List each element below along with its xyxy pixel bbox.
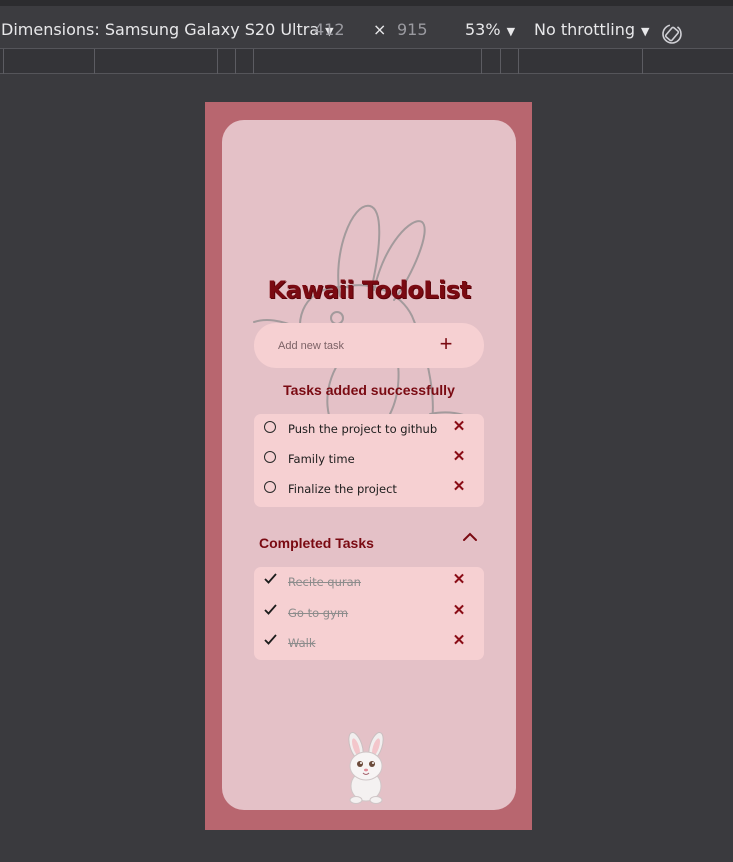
device-viewport: Kawaii TodoList + Tasks added successful…	[205, 102, 532, 830]
check-icon[interactable]	[264, 572, 278, 586]
check-icon[interactable]	[264, 603, 278, 617]
ruler-tick	[253, 49, 254, 74]
add-task-button[interactable]: +	[434, 333, 458, 357]
bunny-illustration	[348, 732, 384, 804]
status-message: Tasks added successfully	[283, 382, 455, 398]
task-text: Walk	[288, 636, 316, 650]
throttling-label: No throttling	[534, 20, 636, 39]
rotate-icon[interactable]	[660, 22, 684, 46]
ruler-tick	[518, 49, 519, 74]
ruler-tick	[235, 49, 236, 74]
caret-down-icon: ▼	[641, 25, 650, 38]
close-icon[interactable]: ✕	[451, 478, 467, 496]
task-row: Push the project to github ✕	[254, 414, 484, 444]
close-icon[interactable]: ✕	[451, 418, 467, 436]
zoom-select[interactable]: 53% ▼	[465, 20, 515, 42]
task-row: Family time ✕	[254, 444, 484, 474]
completed-task-row: Recite quran ✕	[254, 567, 484, 597]
add-task-bar: +	[254, 323, 484, 368]
ruler-tick	[500, 49, 501, 74]
ruler-tick	[94, 49, 95, 74]
circle-icon[interactable]	[264, 451, 276, 463]
device-label: Dimensions: Samsung Galaxy S20 Ultra	[1, 20, 320, 39]
zoom-label: 53%	[465, 20, 501, 39]
completed-tasks-heading: Completed Tasks	[259, 535, 374, 551]
chevron-up-icon[interactable]	[462, 531, 478, 543]
task-text: Go to gym	[288, 606, 349, 620]
width-input[interactable]: 412	[314, 20, 345, 40]
devtools-device-toolbar: Dimensions: Samsung Galaxy S20 Ultra ▼ 41…	[0, 6, 733, 48]
device-select[interactable]: Dimensions: Samsung Galaxy S20 Ultra ▼	[1, 20, 334, 42]
task-text: Push the project to github	[288, 422, 438, 436]
completed-task-row: Go to gym ✕	[254, 598, 484, 628]
close-icon[interactable]: ✕	[451, 632, 467, 650]
ruler-tick	[3, 49, 4, 74]
caret-down-icon: ▼	[506, 25, 516, 38]
ruler-tick	[642, 49, 643, 74]
throttling-select[interactable]: No throttling ▼	[534, 20, 649, 42]
app-title: Kawaii TodoList	[267, 276, 471, 304]
check-icon[interactable]	[264, 633, 278, 647]
circle-icon[interactable]	[264, 481, 276, 493]
height-input[interactable]: 915	[397, 20, 428, 40]
close-icon[interactable]: ✕	[451, 602, 467, 620]
todo-card: Kawaii TodoList + Tasks added successful…	[222, 120, 516, 810]
ruler-tick	[217, 49, 218, 74]
task-row: Finalize the project ✕	[254, 474, 484, 504]
task-text: Recite quran	[288, 575, 361, 589]
close-icon[interactable]: ✕	[451, 448, 467, 466]
add-task-input[interactable]	[278, 336, 428, 356]
task-text: Family time	[288, 452, 355, 466]
active-task-list: Push the project to github ✕ Family time…	[254, 414, 484, 507]
circle-icon[interactable]	[264, 421, 276, 433]
media-query-ruler	[0, 48, 733, 74]
close-icon[interactable]: ✕	[451, 571, 467, 589]
completed-task-row: Walk ✕	[254, 628, 484, 658]
completed-task-list: Recite quran ✕ Go to gym ✕ Walk ✕	[254, 567, 484, 660]
dimension-separator: ×	[373, 20, 387, 39]
task-text: Finalize the project	[288, 482, 397, 496]
ruler-tick	[481, 49, 482, 74]
